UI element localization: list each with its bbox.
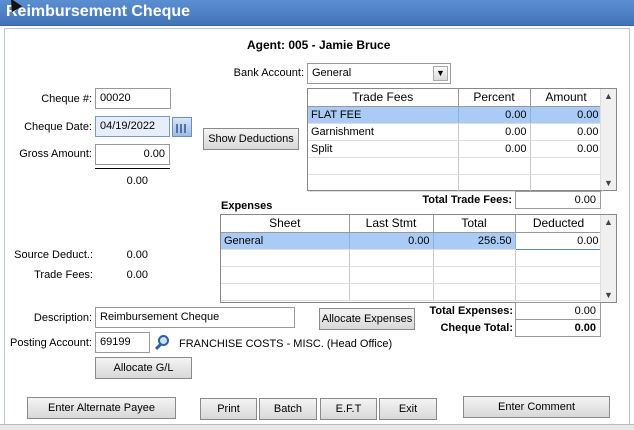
window-bottom-edge — [0, 424, 634, 430]
eft-button[interactable]: E.F.T — [320, 398, 377, 420]
cheque-number-label: Cheque #: — [41, 93, 92, 105]
expenses-grid[interactable]: Sheet Last Stmt Total Deducted General 0… — [220, 214, 617, 303]
gross-subtotal-value: 0.00 — [126, 175, 148, 187]
empty-row — [221, 249, 603, 267]
trade-fees-column-header[interactable]: Trade Fees — [308, 89, 459, 107]
trade-fees-grid[interactable]: Trade Fees Percent Amount FLAT FEE 0.00 … — [307, 88, 617, 192]
trade-fee-name: Split — [308, 140, 459, 158]
trade-fees-summary-value: 0.00 — [126, 269, 148, 281]
amount-column-header[interactable]: Amount — [530, 89, 603, 107]
trade-fee-amount[interactable]: 0.00 — [530, 140, 603, 158]
print-button[interactable]: Print — [200, 398, 257, 420]
expenses-title: Expenses — [221, 200, 273, 212]
expense-deducted-field[interactable]: 0.00 — [514, 231, 603, 250]
total-trade-fees-label: Total Trade Fees: — [422, 194, 512, 206]
expense-sheet: General — [221, 232, 350, 250]
scroll-up-icon[interactable]: ▲ — [601, 215, 616, 229]
chevron-down-icon[interactable]: ▼ — [433, 66, 448, 81]
bank-account-select[interactable]: General ▼ — [307, 63, 451, 84]
total-column-header[interactable]: Total — [433, 215, 516, 233]
description-field[interactable]: Reimbursement Cheque — [95, 307, 295, 328]
trade-fee-percent[interactable]: 0.00 — [458, 106, 531, 124]
expense-row[interactable]: General 0.00 256.50 0.00 — [221, 231, 603, 250]
allocate-gl-button[interactable]: Allocate G/L — [95, 357, 192, 379]
scroll-down-icon[interactable]: ▼ — [601, 176, 616, 190]
expense-last-stmt: 0.00 — [349, 232, 434, 250]
total-expenses-value: 0.00 — [515, 302, 601, 320]
scroll-up-icon[interactable]: ▲ — [601, 89, 616, 103]
enter-comment-button[interactable]: Enter Comment — [463, 396, 610, 418]
bank-account-label: Bank Account: — [233, 67, 304, 79]
trade-fee-row[interactable]: Split 0.00 0.00 — [308, 140, 603, 158]
gross-amount-field[interactable]: 0.00 — [95, 144, 170, 165]
cheque-date-label: Cheque Date: — [24, 121, 92, 133]
trade-fees-scrollbar[interactable]: ▲ ▼ — [600, 89, 616, 190]
cheque-date-field[interactable]: 04/19/2022 — [95, 116, 170, 137]
gross-amount-label: Gross Amount: — [19, 148, 92, 160]
trade-fee-name: Garnishment — [308, 123, 459, 141]
calendar-icon[interactable] — [172, 117, 192, 137]
trade-fee-name: FLAT FEE — [308, 106, 459, 124]
posting-account-field[interactable]: 69199 — [95, 332, 150, 353]
cheque-total-label: Cheque Total: — [440, 322, 513, 334]
trade-fee-percent[interactable]: 0.00 — [458, 140, 531, 158]
empty-row — [221, 283, 603, 301]
scroll-down-icon[interactable]: ▼ — [601, 288, 616, 302]
gross-divider — [95, 168, 170, 169]
posting-account-label: Posting Account: — [10, 337, 92, 349]
expenses-scrollbar[interactable]: ▲ ▼ — [600, 215, 616, 302]
search-handle — [154, 342, 163, 351]
total-trade-fees-value: 0.00 — [515, 191, 601, 209]
cheque-total-value: 0.00 — [515, 319, 601, 337]
source-deduct-label: Source Deduct.: — [14, 249, 93, 261]
enter-alternate-payee-button[interactable]: Enter Alternate Payee — [27, 397, 176, 419]
trade-fee-amount[interactable]: 0.00 — [530, 106, 603, 124]
empty-row — [308, 157, 603, 175]
empty-row — [308, 174, 603, 192]
sheet-column-header[interactable]: Sheet — [221, 215, 350, 233]
exit-button[interactable]: Exit — [379, 398, 437, 420]
allocate-expenses-button[interactable]: Allocate Expenses — [319, 308, 415, 330]
percent-column-header[interactable]: Percent — [458, 89, 531, 107]
empty-row — [221, 266, 603, 284]
last-stmt-column-header[interactable]: Last Stmt — [349, 215, 434, 233]
window-titlebar: Reimbursement Cheque — [0, 0, 634, 26]
bank-account-value: General — [312, 67, 352, 79]
trade-fee-amount[interactable]: 0.00 — [530, 123, 603, 141]
window-title: Reimbursement Cheque — [6, 3, 191, 20]
search-icon[interactable] — [152, 333, 172, 353]
show-deductions-button[interactable]: Show Deductions — [203, 128, 299, 150]
cheque-number-field[interactable]: 00020 — [95, 88, 171, 109]
source-deduct-value: 0.00 — [126, 249, 148, 261]
trade-fee-row[interactable]: Garnishment 0.00 0.00 — [308, 123, 603, 141]
total-expenses-label: Total Expenses: — [429, 305, 513, 317]
trade-fees-summary-label: Trade Fees: — [34, 269, 93, 281]
trade-fee-row[interactable]: FLAT FEE 0.00 0.00 — [308, 106, 603, 124]
batch-button[interactable]: Batch — [259, 398, 317, 420]
expense-total: 256.50 — [433, 232, 516, 250]
posting-account-description: FRANCHISE COSTS - MISC. (Head Office) — [179, 338, 393, 350]
deducted-column-header[interactable]: Deducted — [515, 215, 603, 233]
description-label: Description: — [33, 312, 92, 324]
trade-fee-percent[interactable]: 0.00 — [458, 123, 531, 141]
agent-label: Agent: 005 - Jamie Bruce — [247, 38, 391, 52]
